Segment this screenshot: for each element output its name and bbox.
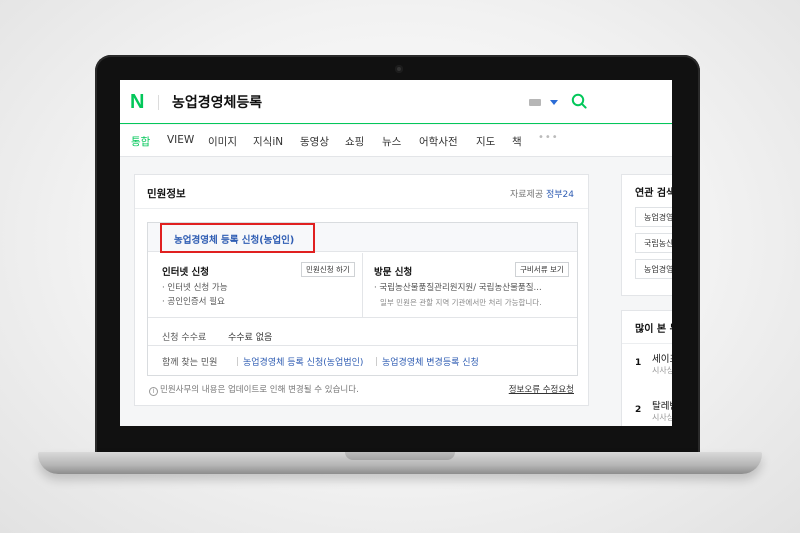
related-search-chip[interactable]: 농업경영체 [635,207,672,227]
news-item-source: 시사상식 [652,366,672,375]
search-header: N 농업경영체등록 [120,80,672,124]
tab-images[interactable]: 이미지 [208,134,237,149]
popular-news-panel: 많이 본 뉴스 1 세이프 시사상식 2 탈레반 시사상식 [621,310,672,426]
row-divider [148,317,577,318]
link-separator [237,357,238,366]
internet-apply-title: 인터넷 신청 [162,267,210,278]
link-separator [376,357,377,366]
info-icon: i [149,387,158,396]
fee-value: 수수료 없음 [228,333,273,343]
webcam-icon [395,65,403,73]
internet-apply-item: · 인터넷 신청 가능 [162,283,228,293]
naver-logo[interactable]: N [130,91,144,114]
tab-integrated[interactable]: 통합 [131,134,150,149]
visit-apply-note: 일부 민원은 관할 지역 기관에서만 처리 가능합니다. [380,298,542,307]
update-notice-text: 민원사무의 내용은 업데이트로 인해 변경될 수 있습니다. [160,385,359,395]
tab-video[interactable]: 동영상 [300,134,329,149]
related-searches-title: 연관 검색어 [635,188,672,199]
card-title: 민원정보 [147,188,186,200]
card-divider [135,208,588,209]
more-tabs-button[interactable]: ••• [538,132,559,143]
tab-knowledge-in[interactable]: 지식iN [253,134,283,149]
fee-label: 신청 수수료 [162,333,207,343]
news-item-title[interactable]: 세이프 [652,351,672,365]
service-title-link[interactable]: 농업경영체 등록 신청(농업인) [174,232,294,246]
internet-apply-item: · 공인인증서 필요 [162,297,225,307]
apply-online-button[interactable]: 민원신청 하기 [301,262,355,277]
service-box: 농업경영체 등록 신청(농업인) 인터넷 신청 민원신청 하기 · 인터넷 신청… [147,222,578,376]
tab-books[interactable]: 책 [512,134,522,149]
visit-apply-item: · 국립농산물품질관리원지원/ 국립농산물품질... [374,283,542,293]
search-tabs: 통합 VIEW 이미지 지식iN 동영상 쇼핑 뉴스 어학사전 지도 책 ••• [120,125,672,157]
news-item-source: 시사상식 [652,413,672,422]
logo-divider [158,95,159,110]
civil-service-card: 민원정보 자료제공 정부24 농업경영체 등록 신청(농업인) 인터넷 신청 민… [134,174,589,406]
laptop-notch [345,452,455,460]
report-error-link[interactable]: 정보오류 수정요청 [509,383,574,395]
tab-shopping[interactable]: 쇼핑 [345,134,364,149]
tab-map[interactable]: 지도 [476,134,495,149]
row-divider [148,345,577,346]
rank-number: 2 [635,405,642,415]
keyboard-icon[interactable] [529,99,541,106]
related-service-link[interactable]: 농업경영체 등록 신청(농업법인) [243,355,363,368]
column-divider [362,253,363,317]
source-link[interactable]: 정부24 [546,190,574,200]
source-label: 자료제공 [509,190,544,200]
browser-screen: N 농업경영체등록 통합 VIEW 이미지 지식iN 동영상 쇼핑 뉴스 어학사… [120,80,672,426]
search-input[interactable]: 농업경영체등록 [172,92,262,112]
panel-divider [622,343,672,344]
tab-dictionary[interactable]: 어학사전 [419,134,458,149]
related-service-link[interactable]: 농업경영체 변경등록 신청 [382,355,479,368]
rank-number: 1 [635,358,642,368]
search-icon[interactable] [571,93,587,109]
related-search-chip[interactable]: 국립농산물 [635,233,672,253]
news-item-title[interactable]: 탈레반 [652,398,672,412]
update-notice: i 민원사무의 내용은 업데이트로 인해 변경될 수 있습니다. [149,383,359,396]
related-searches-panel: 연관 검색어 농업경영체 국립농산물 농업경영체 [621,174,672,296]
popular-news-title: 많이 본 뉴스 [635,324,672,335]
visit-apply-title: 방문 신청 [374,267,413,278]
caret-down-icon[interactable] [550,100,558,105]
source-info: 자료제공 정부24 [510,187,574,200]
tab-news[interactable]: 뉴스 [382,134,401,149]
related-search-chip[interactable]: 농업경영체 [635,259,672,279]
view-documents-button[interactable]: 구비서류 보기 [515,262,569,277]
tab-view[interactable]: VIEW [167,134,194,146]
related-services-label: 함께 찾는 민원 [162,358,218,368]
